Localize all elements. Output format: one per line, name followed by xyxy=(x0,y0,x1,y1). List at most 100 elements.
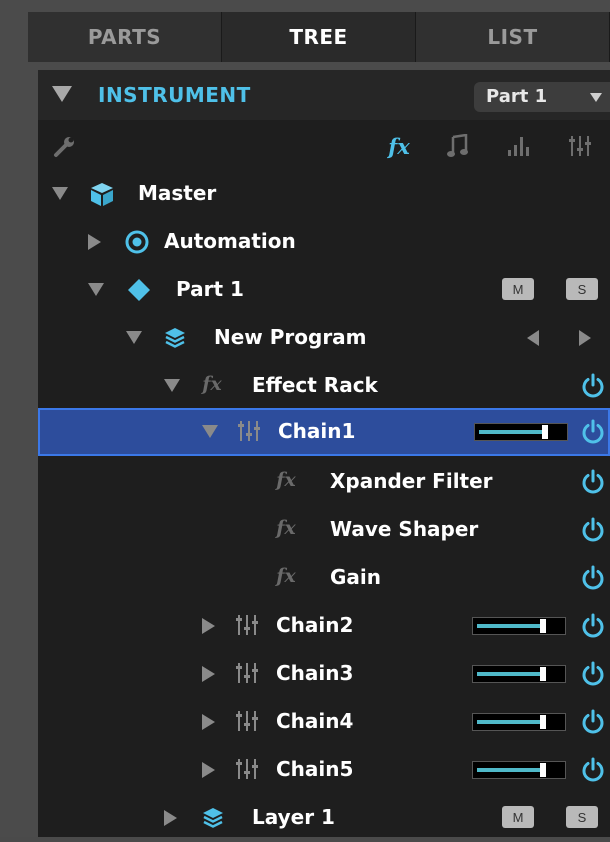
slider-fill xyxy=(477,624,543,628)
slider-thumb[interactable] xyxy=(541,425,548,439)
tab-parts[interactable]: PARTS xyxy=(28,12,222,62)
part-selector[interactable]: Part 1 xyxy=(474,82,610,112)
instrument-header: INSTRUMENT Part 1 xyxy=(38,70,610,120)
tree-row-xpander-filter[interactable]: fx Xpander Filter xyxy=(38,458,610,506)
tree-label: Gain xyxy=(330,565,382,589)
fx-icon: fx xyxy=(202,373,222,395)
tree-row-layer1[interactable]: Layer 1 M S xyxy=(38,794,610,842)
mute-button[interactable]: M xyxy=(502,278,534,300)
power-icon[interactable] xyxy=(580,565,606,591)
fx-filter-icon[interactable]: fx xyxy=(384,132,414,160)
power-icon[interactable] xyxy=(580,661,606,687)
previous-program-icon[interactable] xyxy=(524,329,542,347)
layers-icon xyxy=(200,805,226,831)
slider-fill xyxy=(477,768,543,772)
tab-list[interactable]: LIST xyxy=(416,12,610,62)
window-frame: PARTS TREE LIST INSTRUMENT Part 1 fx Mas… xyxy=(0,0,610,837)
slider-fill xyxy=(477,672,543,676)
expand-icon[interactable] xyxy=(52,187,68,200)
solo-button[interactable]: S xyxy=(566,806,598,828)
next-program-icon[interactable] xyxy=(576,329,594,347)
tree-label: Master xyxy=(138,181,217,205)
chain-icon xyxy=(234,660,260,686)
slider-fill xyxy=(477,720,543,724)
power-icon[interactable] xyxy=(580,709,606,735)
power-icon[interactable] xyxy=(580,469,606,495)
expand-icon[interactable] xyxy=(164,379,180,392)
tree-label: Chain1 xyxy=(278,419,356,443)
chevron-down-icon xyxy=(590,93,602,102)
mute-button[interactable]: M xyxy=(502,806,534,828)
tree-row-chain2[interactable]: Chain2 xyxy=(38,602,610,650)
instrument-title: INSTRUMENT xyxy=(98,83,251,107)
slider-thumb[interactable] xyxy=(539,715,546,729)
tree-row-part1[interactable]: Part 1 M S xyxy=(38,266,610,314)
tree-label: Chain4 xyxy=(276,709,354,733)
tree-row-chain3[interactable]: Chain3 xyxy=(38,650,610,698)
tree-label: Chain3 xyxy=(276,661,354,685)
expand-icon[interactable] xyxy=(126,331,142,344)
tree-label: Effect Rack xyxy=(252,373,378,397)
slider-thumb[interactable] xyxy=(539,763,546,777)
expand-icon[interactable] xyxy=(88,234,101,250)
expand-icon[interactable] xyxy=(88,283,104,296)
note-icon[interactable] xyxy=(444,132,472,160)
tree-row-program[interactable]: New Program xyxy=(38,314,610,362)
fx-icon: fx xyxy=(276,517,296,539)
tree-row-automation[interactable]: Automation xyxy=(38,218,610,266)
fx-icon: fx xyxy=(276,565,296,587)
tree-label: New Program xyxy=(214,325,367,349)
chain-volume-slider[interactable] xyxy=(472,617,566,635)
chain-icon xyxy=(234,756,260,782)
expand-icon[interactable] xyxy=(164,810,177,826)
expand-icon[interactable] xyxy=(202,666,215,682)
toolbar: fx xyxy=(38,122,610,170)
tree-label: Part 1 xyxy=(176,277,244,301)
wrench-icon[interactable] xyxy=(52,132,78,160)
tab-bar: PARTS TREE LIST xyxy=(28,12,610,62)
diamond-icon xyxy=(126,277,152,303)
slider-thumb[interactable] xyxy=(539,667,546,681)
cube-icon xyxy=(88,180,116,208)
tree-row-chain5[interactable]: Chain5 xyxy=(38,746,610,794)
tree-row-wave-shaper[interactable]: fx Wave Shaper xyxy=(38,506,610,554)
power-icon[interactable] xyxy=(580,373,606,399)
power-icon[interactable] xyxy=(580,613,606,639)
power-icon[interactable] xyxy=(580,419,606,445)
layers-icon xyxy=(162,325,188,351)
chain-icon xyxy=(234,612,260,638)
expand-icon[interactable] xyxy=(202,714,215,730)
chain-volume-slider[interactable] xyxy=(472,713,566,731)
tree-panel: INSTRUMENT Part 1 fx Master Automation P… xyxy=(38,70,610,837)
part-selector-value: Part 1 xyxy=(486,86,548,107)
chain-volume-slider[interactable] xyxy=(474,423,568,441)
mixer-icon[interactable] xyxy=(566,132,594,160)
solo-button[interactable]: S xyxy=(566,278,598,300)
chain-icon xyxy=(236,418,262,444)
tree-row-effect-rack[interactable]: fx Effect Rack xyxy=(38,362,610,410)
bars-icon[interactable] xyxy=(504,132,532,160)
tree-label: Layer 1 xyxy=(252,805,335,829)
expand-icon[interactable] xyxy=(202,762,215,778)
power-icon[interactable] xyxy=(580,517,606,543)
tree-row-chain1[interactable]: Chain1 xyxy=(38,408,610,456)
expand-icon[interactable] xyxy=(202,618,215,634)
expand-icon[interactable] xyxy=(202,425,218,438)
tree-label: Automation xyxy=(164,229,296,253)
fx-icon: fx xyxy=(276,469,296,491)
collapse-icon[interactable] xyxy=(52,86,72,102)
automation-icon xyxy=(124,229,150,255)
chain-icon xyxy=(234,708,260,734)
slider-thumb[interactable] xyxy=(539,619,546,633)
chain-volume-slider[interactable] xyxy=(472,665,566,683)
chain-volume-slider[interactable] xyxy=(472,761,566,779)
tree-row-master[interactable]: Master xyxy=(38,170,610,218)
tree-label: Wave Shaper xyxy=(330,517,479,541)
tree-row-gain[interactable]: fx Gain xyxy=(38,554,610,602)
tree-label: Chain5 xyxy=(276,757,354,781)
tab-tree[interactable]: TREE xyxy=(222,12,416,62)
power-icon[interactable] xyxy=(580,757,606,783)
tree-label: Chain2 xyxy=(276,613,354,637)
tree-row-chain4[interactable]: Chain4 xyxy=(38,698,610,746)
tree-label: Xpander Filter xyxy=(330,469,493,493)
